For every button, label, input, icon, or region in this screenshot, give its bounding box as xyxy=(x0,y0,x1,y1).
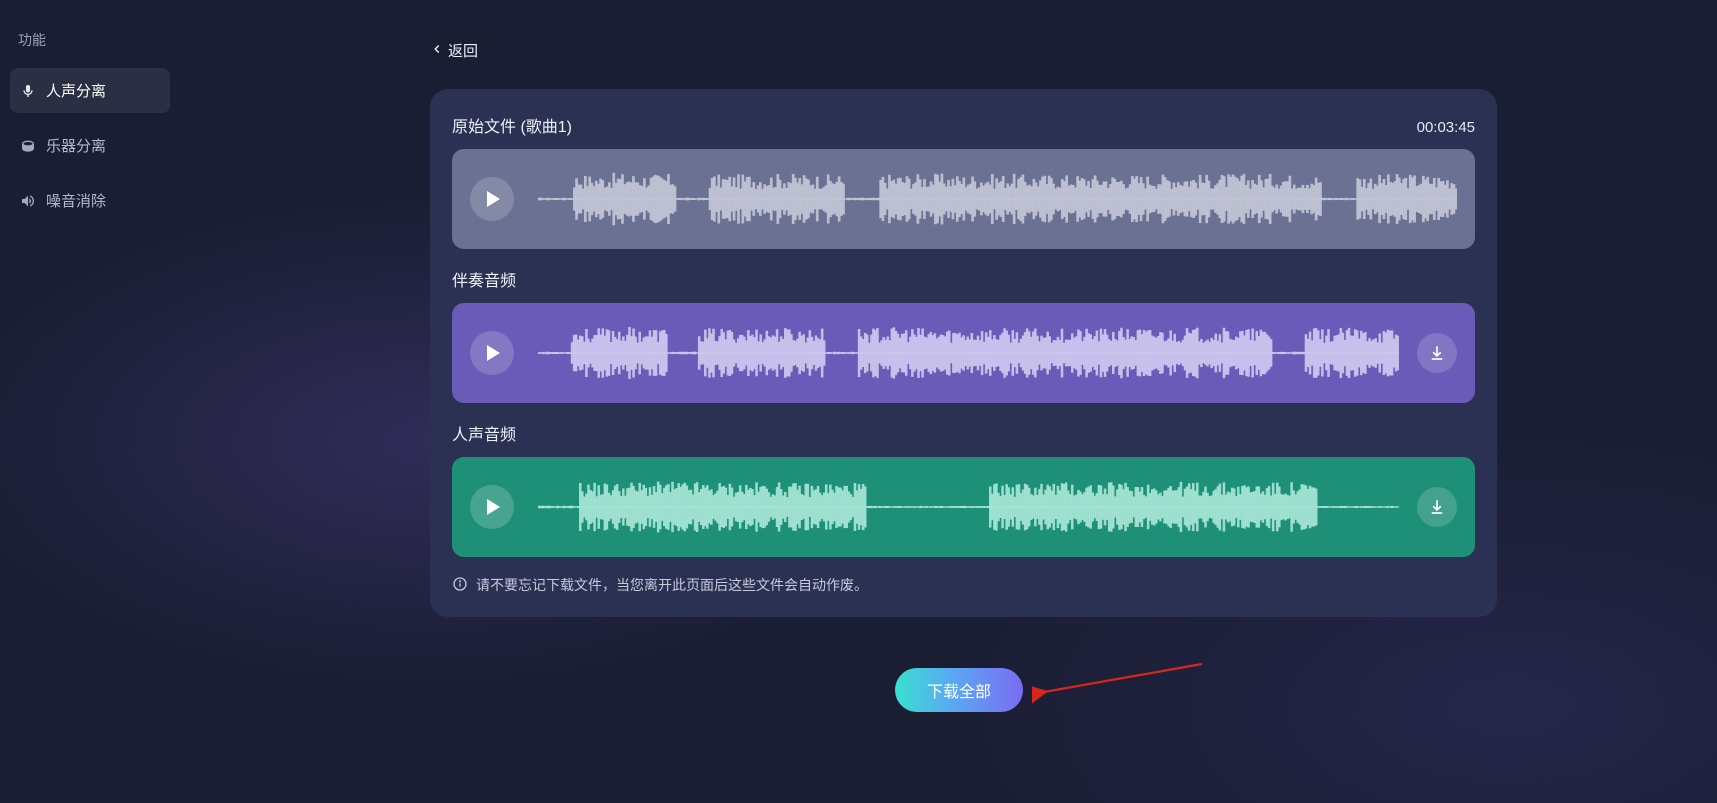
play-button-accompaniment[interactable] xyxy=(470,331,514,375)
original-track-row xyxy=(452,149,1475,249)
play-icon xyxy=(487,191,500,207)
sidebar-title: 功能 xyxy=(10,30,170,68)
sidebar-item-label: 乐器分离 xyxy=(46,135,106,156)
sidebar: 功能 人声分离 乐器分离 噪音消除 xyxy=(0,0,180,803)
accompaniment-track-row xyxy=(452,303,1475,403)
waveform-original[interactable] xyxy=(538,169,1457,229)
vocal-track-row xyxy=(452,457,1475,557)
vocal-label: 人声音频 xyxy=(452,421,1475,445)
back-button[interactable]: 返回 xyxy=(430,40,478,61)
mic-icon xyxy=(20,83,36,99)
main-content: 返回 原始文件 (歌曲1) 00:03:45 伴奏音频 xyxy=(430,40,1497,617)
sidebar-item-instrument-separation[interactable]: 乐器分离 xyxy=(10,123,170,168)
sidebar-item-noise-removal[interactable]: 噪音消除 xyxy=(10,178,170,223)
waveform-vocal[interactable] xyxy=(538,477,1399,537)
sidebar-item-label: 噪音消除 xyxy=(46,190,106,211)
notice-row: 请不要忘记下载文件，当您离开此页面后这些文件会自动作废。 xyxy=(452,575,1475,595)
noise-icon xyxy=(20,193,36,209)
download-icon xyxy=(1428,344,1446,362)
info-icon xyxy=(452,576,468,595)
accompaniment-label: 伴奏音频 xyxy=(452,267,1475,291)
download-all-label: 下载全部 xyxy=(927,678,991,702)
play-icon xyxy=(487,345,500,361)
play-button-original[interactable] xyxy=(470,177,514,221)
download-icon xyxy=(1428,498,1446,516)
download-button-vocal[interactable] xyxy=(1417,487,1457,527)
download-button-accompaniment[interactable] xyxy=(1417,333,1457,373)
original-file-label: 原始文件 (歌曲1) xyxy=(452,113,572,137)
play-button-vocal[interactable] xyxy=(470,485,514,529)
play-icon xyxy=(487,499,500,515)
notice-text: 请不要忘记下载文件，当您离开此页面后这些文件会自动作废。 xyxy=(476,575,868,595)
annotation-arrow xyxy=(1032,658,1212,708)
results-card: 原始文件 (歌曲1) 00:03:45 伴奏音频 人声音 xyxy=(430,89,1497,617)
chevron-left-icon xyxy=(430,42,444,60)
drum-icon xyxy=(20,138,36,154)
back-label: 返回 xyxy=(448,40,478,61)
sidebar-item-label: 人声分离 xyxy=(46,80,106,101)
duration-text: 00:03:45 xyxy=(1417,119,1475,136)
sidebar-item-vocal-separation[interactable]: 人声分离 xyxy=(10,68,170,113)
waveform-accompaniment[interactable] xyxy=(538,323,1399,383)
original-header: 原始文件 (歌曲1) 00:03:45 xyxy=(452,113,1475,137)
download-all-button[interactable]: 下载全部 xyxy=(895,668,1023,712)
